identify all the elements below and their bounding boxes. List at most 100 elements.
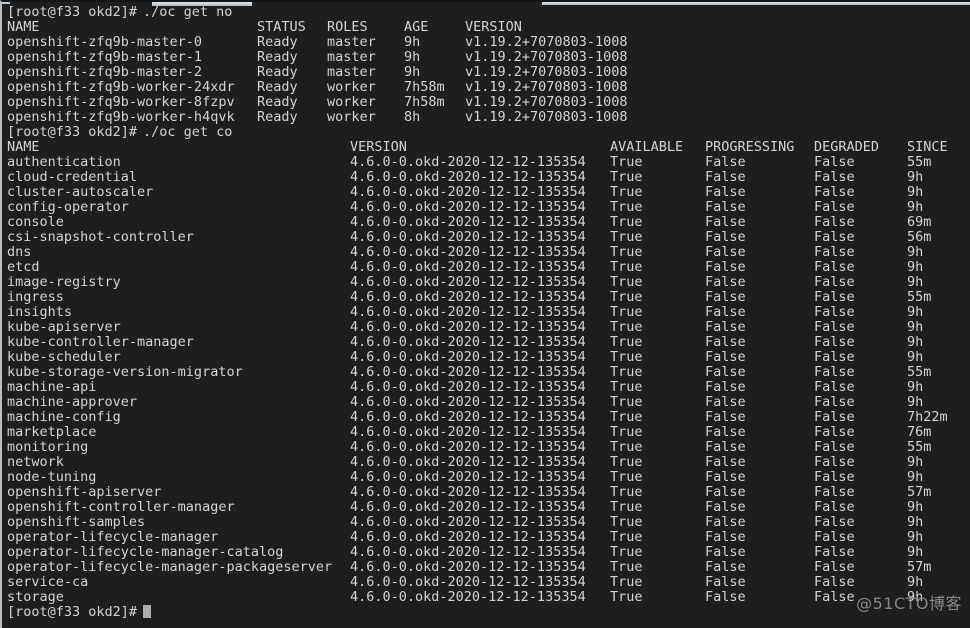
operators-table-header: NAME VERSION AVAILABLE PROGRESSING DEGRA… xyxy=(7,140,970,155)
operator-name: machine-config xyxy=(7,409,121,425)
operator-name: operator-lifecycle-manager-packageserver xyxy=(7,559,333,575)
operator-progressing: False xyxy=(705,259,746,275)
table-row: openshift-zfq9b-worker-8fzpv Ready worker 7… xyxy=(7,95,970,110)
operator-progressing: False xyxy=(705,484,746,500)
operators-header-version: VERSION xyxy=(350,139,407,155)
operator-since: 9h xyxy=(907,304,924,320)
terminal-output[interactable]: [root@f33 okd2]# ./oc get no NAME STATUS… xyxy=(2,2,970,628)
operator-version: 4.6.0-0.okd-2020-12-12-135354 xyxy=(350,544,586,560)
operator-degraded: False xyxy=(814,304,855,320)
operator-name: operator-lifecycle-manager xyxy=(7,529,219,545)
operator-degraded: False xyxy=(814,379,855,395)
operator-name: operator-lifecycle-manager-catalog xyxy=(7,544,284,560)
node-version: v1.19.2+7070803-1008 xyxy=(465,34,628,50)
operator-since: 9h xyxy=(907,259,924,275)
final-prompt-line[interactable]: [root@f33 okd2]# xyxy=(7,605,970,620)
operator-progressing: False xyxy=(705,379,746,395)
operator-since: 7h22m xyxy=(907,409,948,425)
operator-since: 9h xyxy=(907,199,924,215)
operator-name: etcd xyxy=(7,259,40,275)
operator-since: 9h xyxy=(907,349,924,365)
node-version: v1.19.2+7070803-1008 xyxy=(465,49,628,65)
table-row: openshift-apiserver 4.6.0-0.okd-2020-12-1… xyxy=(7,485,970,500)
shell-prompt-2: [root@f33 okd2]# xyxy=(7,124,146,140)
operator-version: 4.6.0-0.okd-2020-12-12-135354 xyxy=(350,184,586,200)
operator-degraded: False xyxy=(814,439,855,455)
operator-progressing: False xyxy=(705,559,746,575)
table-row: monitoring 4.6.0-0.okd-2020-12-12-135354 T… xyxy=(7,440,970,455)
operator-name: csi-snapshot-controller xyxy=(7,229,194,245)
operator-degraded: False xyxy=(814,409,855,425)
node-age: 7h58m xyxy=(404,94,445,110)
node-name: openshift-zfq9b-master-1 xyxy=(7,49,203,65)
operator-degraded: False xyxy=(814,259,855,275)
operator-progressing: False xyxy=(705,454,746,470)
operator-available: True xyxy=(610,514,643,530)
operators-header-degraded: DEGRADED xyxy=(814,139,880,155)
operator-version: 4.6.0-0.okd-2020-12-12-135354 xyxy=(350,559,586,575)
table-row: ingress 4.6.0-0.okd-2020-12-12-135354 True… xyxy=(7,290,970,305)
node-roles: master xyxy=(327,49,376,65)
operator-name: openshift-apiserver xyxy=(7,484,162,500)
operator-version: 4.6.0-0.okd-2020-12-12-135354 xyxy=(350,424,586,440)
operator-since: 69m xyxy=(907,214,932,230)
operator-version: 4.6.0-0.okd-2020-12-12-135354 xyxy=(350,154,586,170)
shell-prompt-1: [root@f33 okd2]# xyxy=(7,4,146,20)
operator-version: 4.6.0-0.okd-2020-12-12-135354 xyxy=(350,454,586,470)
operator-degraded: False xyxy=(814,349,855,365)
nodes-header-age: AGE xyxy=(404,19,429,35)
operator-available: True xyxy=(610,319,643,335)
operator-progressing: False xyxy=(705,184,746,200)
node-status: Ready xyxy=(257,109,298,125)
operator-name: marketplace xyxy=(7,424,97,440)
operator-progressing: False xyxy=(705,424,746,440)
operator-version: 4.6.0-0.okd-2020-12-12-135354 xyxy=(350,349,586,365)
operator-since: 9h xyxy=(907,544,924,560)
operator-name: authentication xyxy=(7,154,121,170)
operator-version: 4.6.0-0.okd-2020-12-12-135354 xyxy=(350,199,586,215)
table-row: machine-approver 4.6.0-0.okd-2020-12-12-1… xyxy=(7,395,970,410)
operator-version: 4.6.0-0.okd-2020-12-12-135354 xyxy=(350,439,586,455)
operator-since: 9h xyxy=(907,529,924,545)
operator-version: 4.6.0-0.okd-2020-12-12-135354 xyxy=(350,319,586,335)
table-row: openshift-samples 4.6.0-0.okd-2020-12-12-… xyxy=(7,515,970,530)
operator-available: True xyxy=(610,244,643,260)
operator-available: True xyxy=(610,184,643,200)
table-row: openshift-zfq9b-worker-h4qvk Ready worker 8… xyxy=(7,110,970,125)
node-name: openshift-zfq9b-master-0 xyxy=(7,34,203,50)
operator-version: 4.6.0-0.okd-2020-12-12-135354 xyxy=(350,364,586,380)
operator-available: True xyxy=(610,154,643,170)
operator-degraded: False xyxy=(814,319,855,335)
operator-progressing: False xyxy=(705,289,746,305)
operator-available: True xyxy=(610,214,643,230)
operator-progressing: False xyxy=(705,409,746,425)
operator-since: 9h xyxy=(907,469,924,485)
operator-available: True xyxy=(610,274,643,290)
operator-name: kube-apiserver xyxy=(7,319,121,335)
operator-degraded: False xyxy=(814,169,855,185)
operator-name: kube-storage-version-migrator xyxy=(7,364,243,380)
terminal-window[interactable]: [root@f33 okd2]# ./oc get no NAME STATUS… xyxy=(0,0,970,628)
operator-available: True xyxy=(610,169,643,185)
operator-available: True xyxy=(610,469,643,485)
command-text-2: ./oc get co xyxy=(143,124,233,140)
operator-name: console xyxy=(7,214,64,230)
operator-name: image-registry xyxy=(7,274,121,290)
operator-version: 4.6.0-0.okd-2020-12-12-135354 xyxy=(350,259,586,275)
operator-degraded: False xyxy=(814,244,855,260)
operator-name: monitoring xyxy=(7,439,89,455)
operator-version: 4.6.0-0.okd-2020-12-12-135354 xyxy=(350,394,586,410)
operator-since: 9h xyxy=(907,319,924,335)
operators-table-body: authentication 4.6.0-0.okd-2020-12-12-135… xyxy=(7,155,970,605)
terminal-cursor[interactable] xyxy=(143,605,151,620)
operator-progressing: False xyxy=(705,274,746,290)
operator-available: True xyxy=(610,529,643,545)
operator-version: 4.6.0-0.okd-2020-12-12-135354 xyxy=(350,214,586,230)
table-row: openshift-zfq9b-worker-24xdr Ready worker 7… xyxy=(7,80,970,95)
operator-available: True xyxy=(610,289,643,305)
operator-since: 9h xyxy=(907,334,924,350)
operator-available: True xyxy=(610,589,643,605)
table-row: node-tuning 4.6.0-0.okd-2020-12-12-135354… xyxy=(7,470,970,485)
operator-version: 4.6.0-0.okd-2020-12-12-135354 xyxy=(350,229,586,245)
node-version: v1.19.2+7070803-1008 xyxy=(465,94,628,110)
